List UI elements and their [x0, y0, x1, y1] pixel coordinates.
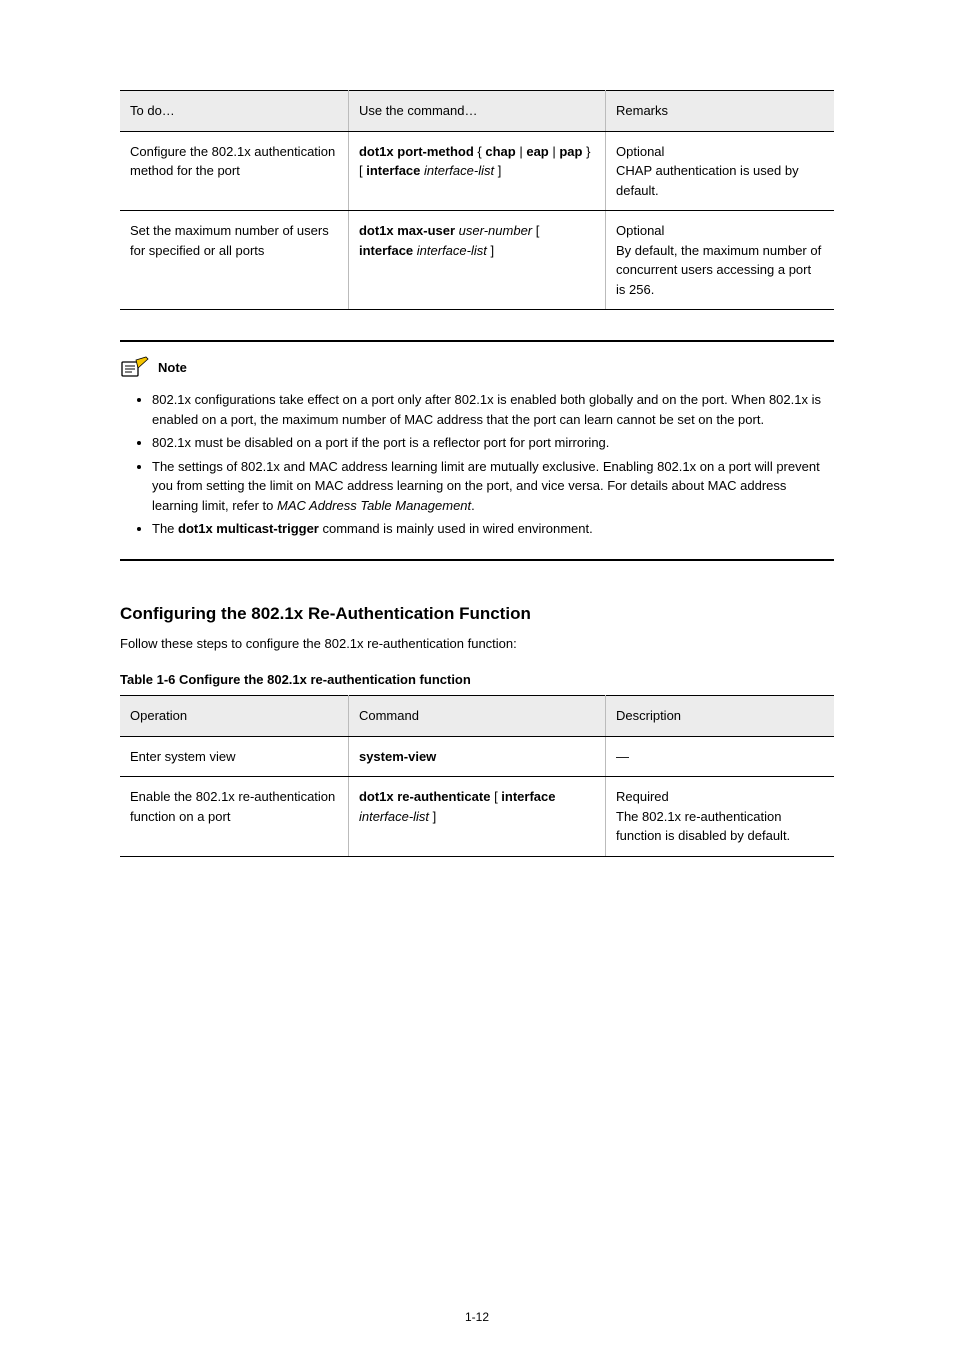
cell-description: Required The 802.1x re-authentication fu… — [606, 777, 835, 857]
cell-todo: Set the maximum number of users for spec… — [120, 211, 348, 310]
cell-operation: Enable the 802.1x re-authentication func… — [120, 777, 348, 857]
table-header-row: Operation Command Description — [120, 696, 834, 737]
col-header-command: Command — [348, 696, 605, 737]
note-icon — [120, 356, 150, 380]
col-header-description: Description — [606, 696, 835, 737]
table-row: Enter system view system-view — — [120, 736, 834, 777]
page-number: 1-12 — [0, 1308, 954, 1326]
note-list: 802.1x configurations take effect on a p… — [152, 390, 834, 539]
col-header-todo: To do… — [120, 91, 348, 132]
table-caption: Table 1-6 Configure the 802.1x re-authen… — [120, 670, 834, 690]
cell-remarks: Optional CHAP authentication is used by … — [606, 131, 835, 211]
cell-command: system-view — [348, 736, 605, 777]
table-row: Configure the 802.1x authentication meth… — [120, 131, 834, 211]
list-item: The dot1x multicast-trigger command is m… — [152, 519, 834, 539]
list-item: 802.1x must be disabled on a port if the… — [152, 433, 834, 453]
cell-command: dot1x re-authenticate [ interface interf… — [348, 777, 605, 857]
table-config-port: To do… Use the command… Remarks Configur… — [120, 90, 834, 310]
cell-operation: Enter system view — [120, 736, 348, 777]
table-header-row: To do… Use the command… Remarks — [120, 91, 834, 132]
col-header-command: Use the command… — [348, 91, 605, 132]
col-header-remarks: Remarks — [606, 91, 835, 132]
cell-remarks: Optional By default, the maximum number … — [606, 211, 835, 310]
list-item: 802.1x configurations take effect on a p… — [152, 390, 834, 429]
col-header-operation: Operation — [120, 696, 348, 737]
note-header: Note — [120, 356, 834, 380]
cell-description: — — [606, 736, 835, 777]
table-row: Enable the 802.1x re-authentication func… — [120, 777, 834, 857]
cell-command: dot1x max-user user-number [ interface i… — [348, 211, 605, 310]
note-block: Note 802.1x configurations take effect o… — [120, 340, 834, 561]
page: To do… Use the command… Remarks Configur… — [0, 0, 954, 1350]
note-label: Note — [158, 358, 187, 378]
section-heading: Configuring the 802.1x Re-Authentication… — [120, 601, 834, 627]
section-lead: Follow these steps to configure the 802.… — [120, 634, 834, 654]
table-reauth: Operation Command Description Enter syst… — [120, 695, 834, 857]
table-row: Set the maximum number of users for spec… — [120, 211, 834, 310]
cell-command: dot1x port-method { chap | eap | pap } [… — [348, 131, 605, 211]
cell-todo: Configure the 802.1x authentication meth… — [120, 131, 348, 211]
list-item: The settings of 802.1x and MAC address l… — [152, 457, 834, 516]
